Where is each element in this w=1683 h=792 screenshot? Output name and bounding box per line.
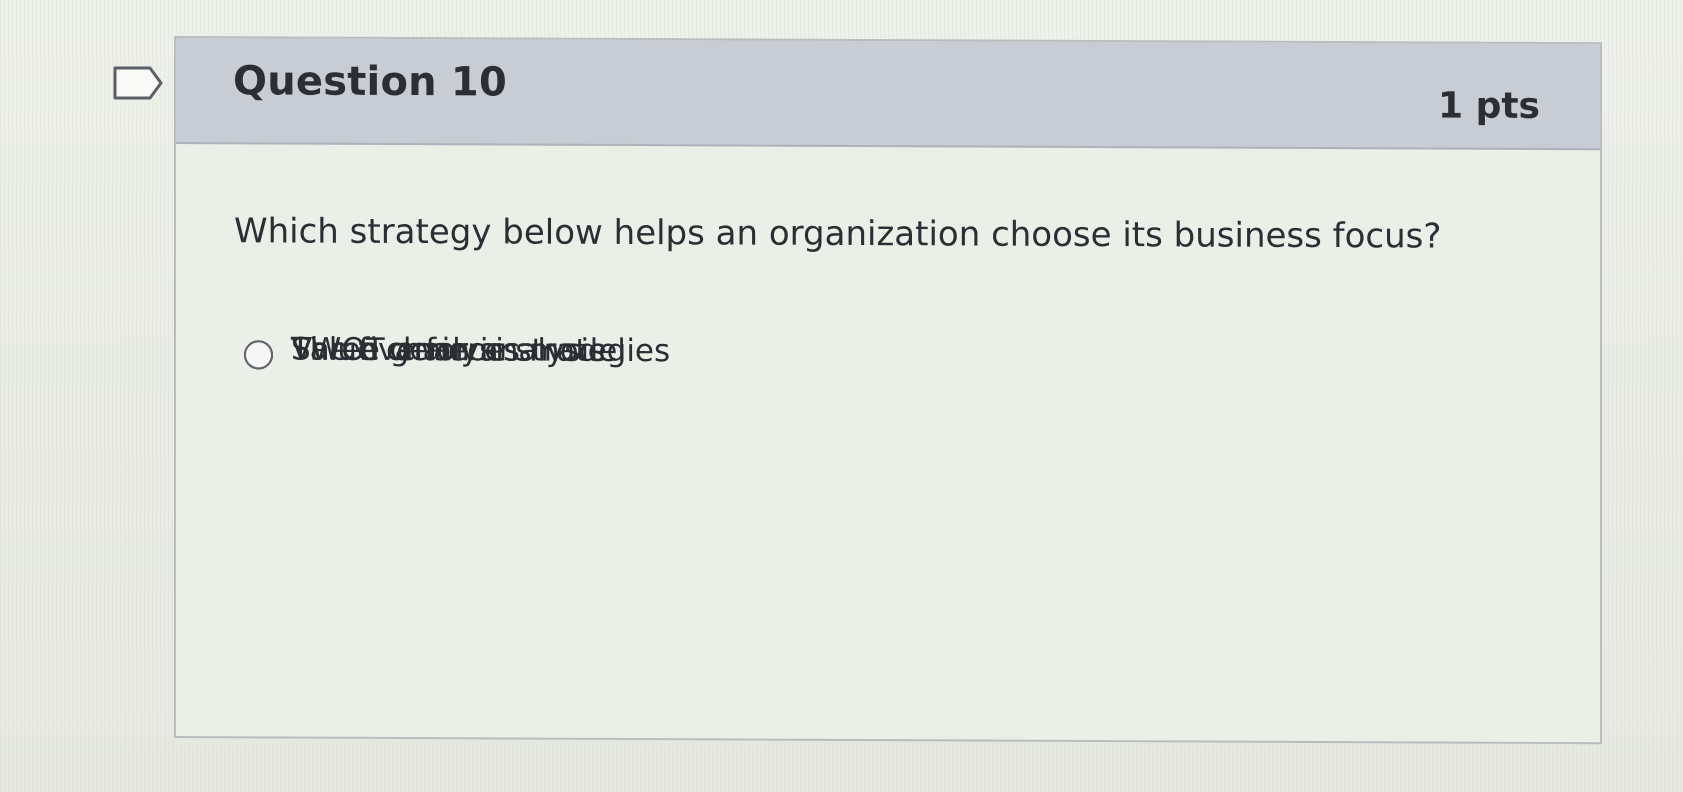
question-points: 1 pts [1438,85,1540,127]
radio-button[interactable] [244,340,273,370]
question-prompt: Which strategy below helps an organizati… [234,211,1442,257]
question-title: Question 10 [233,58,507,106]
answer-list: Three generic strategies Value chain ana… [232,308,1550,370]
answer-label: The five forces model [291,331,626,369]
bookmark-flag-icon[interactable] [112,65,164,101]
question-header: Question 10 1 pts [176,38,1600,151]
question-card: Question 10 1 pts Which strategy below h… [174,36,1602,745]
